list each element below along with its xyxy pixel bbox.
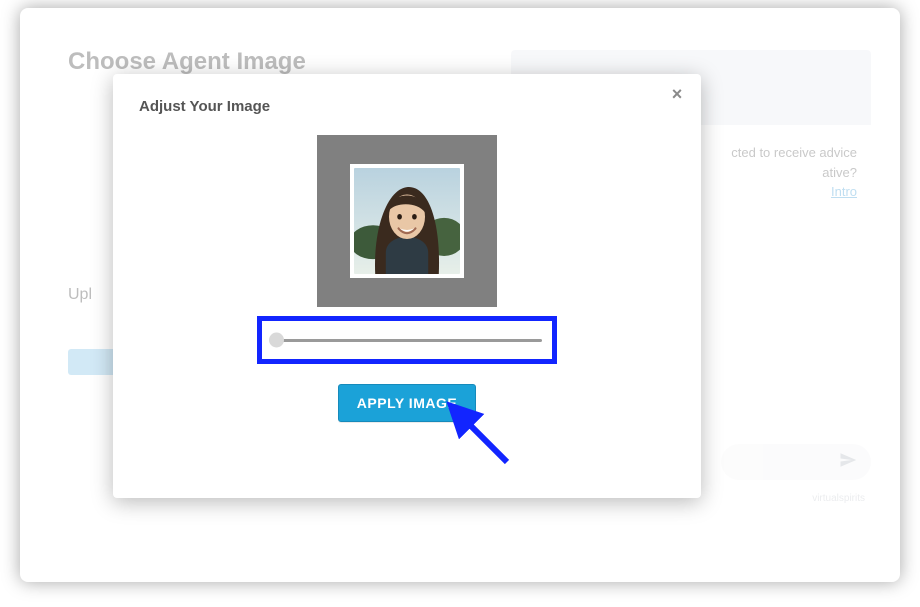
slider-thumb[interactable] [269,333,284,348]
chat-text-line2: ative? [822,165,857,180]
chat-text-line1: cted to receive advice [731,145,857,160]
slider-track[interactable] [272,339,542,342]
chat-intro-link[interactable]: Intro [831,184,857,199]
close-icon[interactable]: × [667,84,687,104]
send-icon[interactable] [839,451,857,474]
chat-input-row[interactable] [721,444,871,480]
chat-brand: virtualspirits [812,493,865,504]
image-crop-window [350,164,464,278]
app-card: Choose Agent Image Upl cted to receive a… [20,8,900,582]
modal-title: Adjust Your Image [139,98,675,115]
zoom-slider[interactable] [257,316,557,364]
apply-image-button[interactable]: APPLY IMAGE [338,384,476,422]
avatar-preview [354,168,460,274]
adjust-image-modal: × Adjust Your Image [113,74,701,498]
image-crop-stage[interactable] [317,135,497,307]
